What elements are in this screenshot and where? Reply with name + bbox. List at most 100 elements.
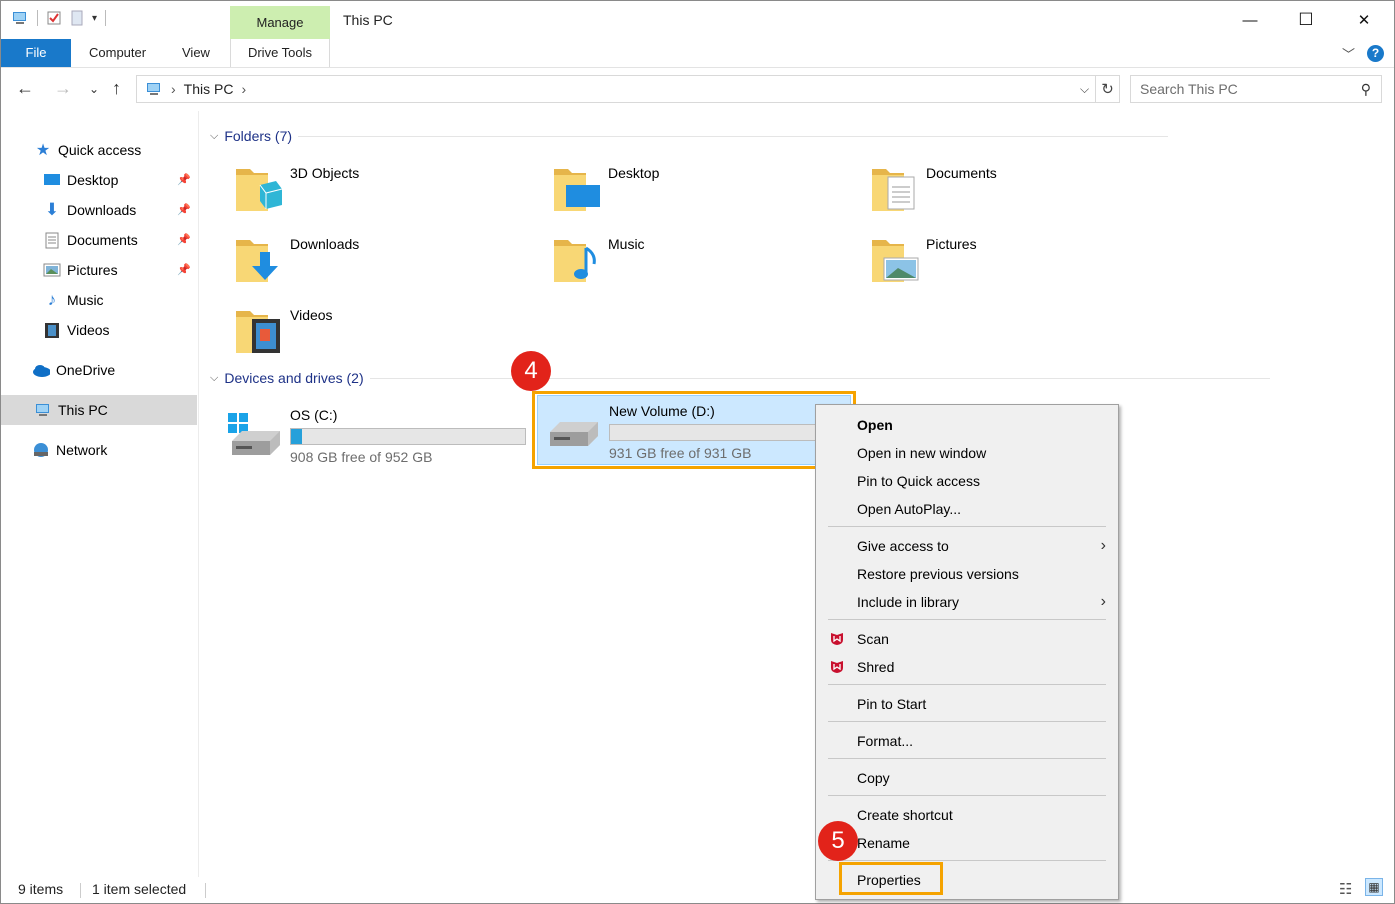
details-view-icon[interactable]: ☷: [1339, 880, 1352, 898]
folder-videos-icon: [236, 311, 280, 353]
menu-item-pin-start[interactable]: Pin to Start: [816, 690, 1118, 718]
menu-item-pin-quick-access[interactable]: Pin to Quick access: [816, 467, 1118, 495]
qat-separator: [37, 10, 38, 26]
close-icon: ✕: [1357, 12, 1371, 29]
menu-item-open[interactable]: Open: [816, 411, 1118, 439]
menu-item-restore-versions[interactable]: Restore previous versions: [816, 560, 1118, 588]
folder-music-icon: [554, 240, 596, 282]
maximize-button[interactable]: ☐: [1281, 1, 1331, 39]
nav-documents[interactable]: Documents 📌: [1, 225, 197, 255]
nav-quick-access[interactable]: ★ Quick access: [1, 135, 197, 165]
search-input[interactable]: Search This PC: [1140, 81, 1238, 97]
help-icon[interactable]: ?: [1367, 45, 1384, 62]
nav-downloads[interactable]: ⬇ Downloads 📌: [1, 195, 197, 225]
menu-separator: [828, 758, 1106, 759]
tab-view[interactable]: View: [182, 39, 210, 67]
nav-desktop[interactable]: Desktop 📌: [1, 165, 197, 195]
menu-item-shred[interactable]: Shred: [816, 653, 1118, 681]
collapse-chevron-icon[interactable]: ⌵: [210, 372, 218, 385]
window-title: This PC: [343, 12, 393, 28]
minimize-button[interactable]: —: [1225, 1, 1275, 39]
nav-network[interactable]: Network: [1, 435, 197, 465]
breadcrumb-chevron-end-icon[interactable]: ›: [241, 81, 246, 97]
folder-3d-objects[interactable]: 3D Objects: [234, 161, 534, 225]
content-pane: ⌵ Folders (7) 3D Objects Desktop Documen…: [200, 111, 1394, 877]
folder-desktop[interactable]: Desktop: [552, 161, 852, 225]
collapse-chevron-icon[interactable]: ⌵: [210, 130, 218, 143]
nav-pictures[interactable]: Pictures 📌: [1, 255, 197, 285]
navigation-bar: ← → ⌄ ↑ › This PC › ⌵ ↻ Search This PC ⚲: [1, 68, 1394, 110]
menu-separator: [828, 684, 1106, 685]
refresh-button[interactable]: ↻: [1096, 75, 1120, 103]
drive-c[interactable]: OS (C:) 908 GB free of 952 GB: [228, 401, 528, 469]
music-note-icon: ♪: [47, 290, 57, 309]
menu-label: Scan: [857, 631, 889, 647]
mcafee-shield-icon: [831, 633, 843, 645]
menu-item-copy[interactable]: Copy: [816, 764, 1118, 792]
customize-qat-icon[interactable]: ▾: [92, 13, 97, 24]
menu-item-format[interactable]: Format...: [816, 727, 1118, 755]
close-button[interactable]: ✕: [1339, 1, 1389, 39]
new-folder-icon[interactable]: [70, 10, 84, 26]
expand-ribbon-icon[interactable]: ﹀: [1342, 44, 1355, 63]
breadcrumb-this-pc[interactable]: This PC: [184, 81, 234, 97]
nav-music[interactable]: ♪ Music: [1, 285, 197, 315]
folder-downloads-icon: [236, 240, 278, 282]
address-dropdown-icon[interactable]: ⌵: [1080, 82, 1089, 97]
menu-item-open-new-window[interactable]: Open in new window: [816, 439, 1118, 467]
nav-onedrive[interactable]: OneDrive: [1, 355, 197, 385]
menu-label: Shred: [857, 659, 895, 675]
this-pc-icon[interactable]: [11, 10, 29, 26]
folder-downloads[interactable]: Downloads: [234, 232, 534, 296]
folder-name: Pictures: [926, 236, 977, 252]
breadcrumb-chevron-icon[interactable]: ›: [171, 81, 176, 97]
search-box[interactable]: Search This PC ⚲: [1130, 75, 1382, 103]
folders-group-header[interactable]: ⌵ Folders (7): [210, 128, 1169, 144]
pin-icon[interactable]: 📌: [177, 173, 191, 186]
large-icons-view-icon[interactable]: ▦: [1365, 878, 1383, 896]
minimize-icon: —: [1242, 11, 1258, 29]
menu-label: Give access to: [857, 538, 949, 554]
pin-icon[interactable]: 📌: [177, 203, 191, 216]
properties-check-icon[interactable]: [46, 10, 62, 26]
forward-arrow-icon[interactable]: →: [54, 78, 72, 99]
picture-icon: [43, 261, 61, 279]
status-bar: 9 items 1 item selected ☷ ▦: [1, 877, 1394, 903]
manage-tab[interactable]: Manage: [230, 6, 330, 39]
menu-item-scan[interactable]: Scan: [816, 625, 1118, 653]
folder-music[interactable]: Music: [552, 232, 852, 296]
drive-free-space: 908 GB free of 952 GB: [290, 449, 433, 465]
nav-label: Desktop: [67, 172, 119, 188]
tab-computer[interactable]: Computer: [89, 39, 146, 67]
back-arrow-icon[interactable]: ←: [16, 78, 34, 99]
folder-videos[interactable]: Videos: [234, 303, 534, 367]
nav-this-pc[interactable]: This PC: [1, 395, 197, 425]
menu-item-rename[interactable]: Rename: [816, 829, 1118, 857]
nav-label: Pictures: [67, 262, 118, 278]
up-arrow-icon[interactable]: ↑: [112, 78, 121, 99]
pin-icon[interactable]: 📌: [177, 263, 191, 276]
nav-label: This PC: [58, 402, 108, 418]
tab-file[interactable]: File: [1, 39, 71, 67]
menu-item-open-autoplay[interactable]: Open AutoPlay...: [816, 495, 1118, 523]
submenu-chevron-icon: ›: [1100, 537, 1106, 554]
drives-group-header[interactable]: ⌵ Devices and drives (2): [210, 370, 1270, 386]
folder-documents-icon: [872, 169, 915, 211]
folder-documents[interactable]: Documents: [870, 161, 1170, 225]
pin-icon[interactable]: 📌: [177, 233, 191, 246]
recent-locations-icon[interactable]: ⌄: [89, 82, 99, 96]
drive-usage-bar: [290, 428, 526, 445]
maximize-icon: ☐: [1298, 10, 1314, 29]
menu-item-give-access[interactable]: Give access to ›: [816, 532, 1118, 560]
status-separator: [80, 883, 81, 898]
document-icon: [43, 231, 61, 249]
nav-videos[interactable]: Videos: [1, 315, 197, 345]
step4-badge: 4: [511, 351, 551, 391]
drive-usage-fill: [291, 429, 302, 444]
tab-drive-tools[interactable]: Drive Tools: [230, 39, 330, 67]
context-menu: Open Open in new window Pin to Quick acc…: [815, 404, 1119, 900]
folder-pictures[interactable]: Pictures: [870, 232, 1170, 296]
menu-item-include-library[interactable]: Include in library ›: [816, 588, 1118, 616]
address-bar[interactable]: › This PC ›: [136, 75, 1096, 103]
menu-item-create-shortcut[interactable]: Create shortcut: [816, 801, 1118, 829]
